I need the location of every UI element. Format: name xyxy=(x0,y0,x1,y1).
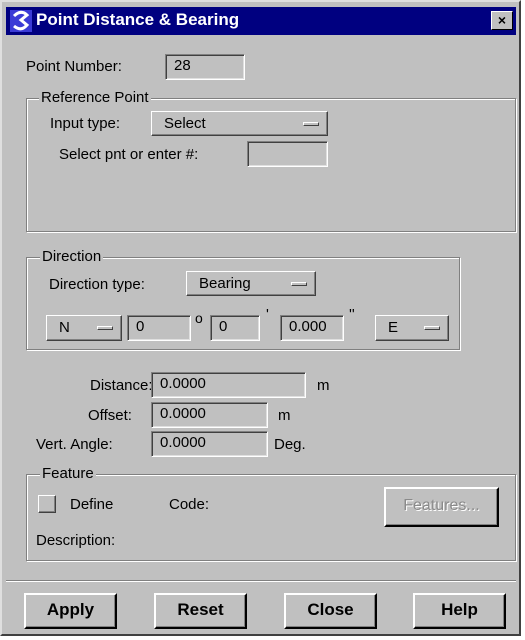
option-menu-indicator-icon xyxy=(291,282,307,286)
window-title: Point Distance & Bearing xyxy=(36,10,240,29)
ew-value: E xyxy=(388,319,399,336)
minutes-field[interactable]: 0 xyxy=(210,315,260,341)
reset-button[interactable]: Reset xyxy=(154,593,247,629)
apply-button[interactable]: Apply xyxy=(24,593,117,629)
point-number-field[interactable]: 28 xyxy=(165,54,245,80)
distance-label: Distance: xyxy=(90,377,153,394)
distance-field[interactable]: 0.0000 xyxy=(151,372,306,398)
offset-unit: m xyxy=(278,407,291,424)
option-menu-indicator-icon xyxy=(303,122,319,126)
direction-type-select[interactable]: Bearing xyxy=(186,271,316,296)
vert-angle-unit: Deg. xyxy=(274,436,306,453)
direction-type-value: Bearing xyxy=(199,275,251,292)
point-number-label: Point Number: xyxy=(26,58,122,75)
description-label: Description: xyxy=(36,532,116,549)
second-symbol: '' xyxy=(349,306,355,323)
distance-unit: m xyxy=(317,377,330,394)
offset-label: Offset: xyxy=(88,407,132,424)
input-type-value: Select xyxy=(164,115,206,132)
offset-field[interactable]: 0.0000 xyxy=(151,402,268,428)
option-menu-indicator-icon xyxy=(424,326,440,330)
define-label: Define xyxy=(70,496,114,513)
ns-value: N xyxy=(59,319,70,336)
help-button[interactable]: Help xyxy=(413,593,506,629)
seconds-field[interactable]: 0.000 xyxy=(280,315,344,341)
direction-group-title: Direction xyxy=(40,248,104,265)
close-button[interactable]: Close xyxy=(284,593,377,629)
features-button[interactable]: Features... xyxy=(384,487,499,527)
close-icon: × xyxy=(497,12,507,28)
reference-point-group-title: Reference Point xyxy=(39,89,151,106)
define-checkbox[interactable] xyxy=(38,495,56,513)
code-label: Code: xyxy=(169,496,210,513)
feature-group-title: Feature xyxy=(40,465,96,482)
separator xyxy=(6,581,516,582)
select-pnt-field[interactable] xyxy=(247,141,328,167)
dialog-window: Point Distance & Bearing × Point Number:… xyxy=(0,0,521,636)
close-window-button[interactable]: × xyxy=(491,11,513,30)
ns-select[interactable]: N xyxy=(46,315,122,341)
vert-angle-label: Vert. Angle: xyxy=(36,436,113,453)
degree-symbol: o xyxy=(195,310,203,326)
input-type-select[interactable]: Select xyxy=(151,111,328,136)
app-icon xyxy=(10,10,32,32)
option-menu-indicator-icon xyxy=(97,326,113,330)
input-type-label: Input type: xyxy=(50,115,121,132)
direction-type-label: Direction type: xyxy=(49,276,145,293)
ew-select[interactable]: E xyxy=(375,315,449,341)
select-pnt-label: Select pnt or enter #: xyxy=(59,146,199,163)
vert-angle-field[interactable]: 0.0000 xyxy=(151,431,268,457)
minute-symbol: ' xyxy=(266,306,269,323)
title-bar[interactable]: Point Distance & Bearing × xyxy=(6,7,516,35)
degrees-field[interactable]: 0 xyxy=(127,315,191,341)
